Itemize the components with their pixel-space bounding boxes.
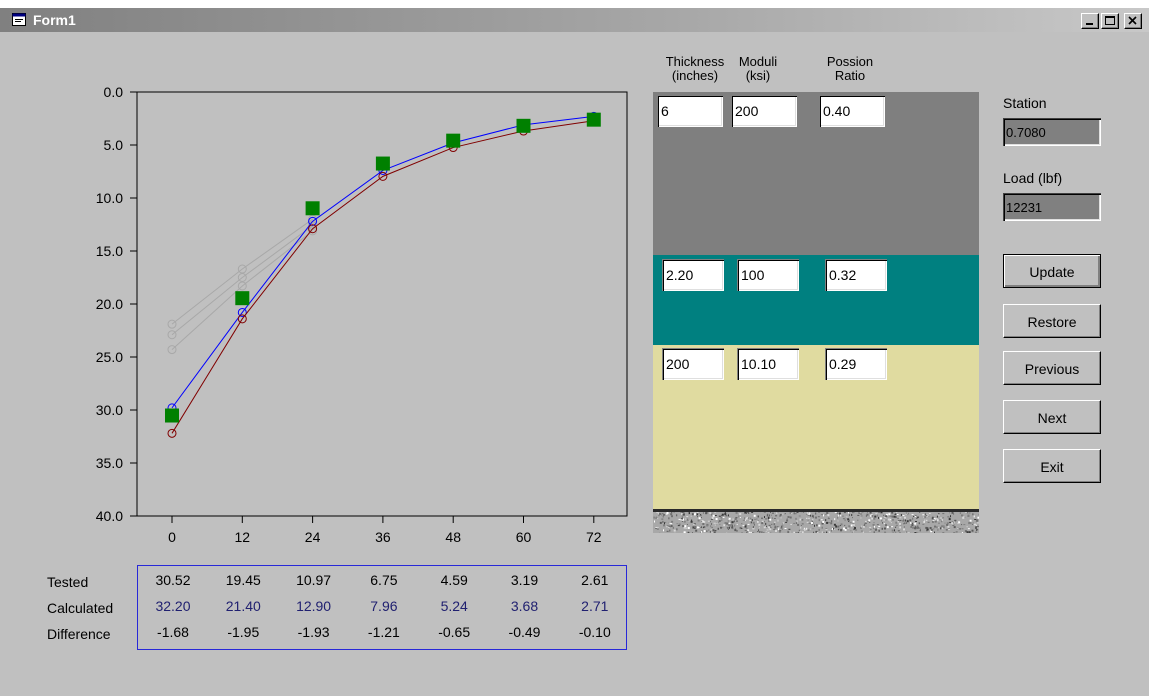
table-cell-tested: 30.52	[155, 572, 191, 588]
poisson-header-line1: Possion	[826, 54, 874, 69]
table-cell-difference: -0.49	[508, 624, 541, 640]
y-tick-label: 0.0	[104, 84, 124, 100]
maximize-button[interactable]	[1101, 13, 1119, 29]
y-tick-label: 30.0	[96, 402, 123, 418]
moduli-header-line2: (ksi)	[745, 68, 771, 83]
minimize-button[interactable]	[1081, 13, 1099, 29]
maximize-icon	[1105, 16, 1115, 25]
close-button[interactable]	[1124, 13, 1142, 29]
x-tick-label: 36	[375, 529, 391, 545]
table-cell-calculated: 21.40	[225, 598, 261, 614]
table-cell-tested: 4.59	[440, 572, 468, 588]
table-cell-calculated: 2.71	[581, 598, 609, 614]
point-tested	[446, 133, 461, 148]
table-cell-difference: -1.21	[367, 624, 400, 640]
exit-button[interactable]: Exit	[1003, 449, 1101, 483]
table-cell-tested: 19.45	[225, 572, 261, 588]
table-cell-difference: -1.95	[227, 624, 260, 640]
point-tested	[586, 112, 601, 127]
load-label: Load (lbf)	[1003, 170, 1063, 186]
x-tick-label: 24	[305, 529, 321, 545]
update-button[interactable]: Update	[1003, 254, 1101, 288]
table-cell-tested: 3.19	[510, 572, 539, 588]
point-tested	[165, 408, 179, 423]
station-label: Station	[1003, 95, 1047, 111]
subgrade-gravel	[653, 509, 979, 533]
thickness-header-line2: (inches)	[671, 68, 719, 83]
x-tick-label: 12	[235, 529, 251, 545]
poisson-header-line2: Ratio	[834, 68, 866, 83]
row-label-difference: Difference	[47, 626, 111, 642]
form-window: Form1 0.0 5.0 10.0 15.0 20.0 25.0 30.0 35.0 40.0…	[0, 8, 1149, 696]
table-cell-tested: 2.61	[581, 572, 609, 588]
minimize-icon	[1086, 23, 1093, 25]
layer3-poisson-input[interactable]	[825, 348, 887, 380]
deflection-chart: 0.0 5.0 10.0 15.0 20.0 25.0 30.0 35.0 40.0 0 12 24 3…	[96, 84, 628, 545]
y-tick-label: 20.0	[96, 296, 123, 312]
layer2-moduli-input[interactable]	[737, 259, 799, 291]
y-tick-label: 10.0	[96, 190, 123, 206]
row-label-tested: Tested	[47, 574, 89, 590]
moduli-header: Moduli (ksi)	[733, 55, 783, 83]
layer2-poisson-input[interactable]	[825, 259, 887, 291]
x-tick-label: 72	[586, 529, 602, 545]
y-tick-label: 15.0	[96, 243, 123, 259]
results-table: 30.52 19.45 10.97 6.75 4.59 3.19 2.61 32.20 21.4…	[137, 565, 627, 650]
layer1-moduli-input[interactable]	[731, 95, 797, 127]
layer1-poisson-input[interactable]	[819, 95, 885, 127]
point-tested	[516, 118, 531, 133]
table-cell-calculated: 7.96	[370, 598, 398, 614]
table-cell-tested: 10.97	[296, 572, 332, 588]
table-cell-calculated: 32.20	[155, 598, 191, 614]
table-cell-tested: 6.75	[370, 572, 398, 588]
x-tick-label: 48	[445, 529, 461, 545]
close-icon	[1128, 16, 1137, 25]
table-cell-difference: -0.10	[578, 624, 611, 640]
point-tested	[305, 201, 320, 216]
table-cell-difference: -1.68	[157, 624, 189, 640]
thickness-header: Thickness (inches)	[665, 55, 725, 83]
moduli-header-line1: Moduli	[738, 54, 778, 69]
previous-button[interactable]: Previous	[1003, 351, 1101, 385]
y-tick-label: 5.0	[104, 137, 124, 153]
point-tested	[375, 156, 390, 171]
thickness-header-line1: Thickness	[665, 54, 725, 69]
restore-button[interactable]: Restore	[1003, 304, 1101, 338]
point-tested	[235, 291, 250, 306]
load-field[interactable]	[1003, 193, 1101, 221]
layer2-thickness-input[interactable]	[662, 259, 724, 291]
layer1-thickness-input[interactable]	[657, 95, 723, 127]
table-cell-difference: -1.93	[297, 624, 330, 640]
y-tick-label: 25.0	[96, 349, 123, 365]
row-label-calculated: Calculated	[47, 600, 114, 616]
station-field[interactable]	[1003, 118, 1101, 146]
layer3-moduli-input[interactable]	[737, 348, 799, 380]
x-tick-label: 60	[516, 529, 532, 545]
next-button[interactable]: Next	[1003, 400, 1101, 434]
y-tick-label: 40.0	[96, 508, 123, 524]
table-cell-calculated: 12.90	[296, 598, 332, 614]
table-cell-calculated: 5.24	[440, 598, 468, 614]
table-cell-difference: -0.65	[438, 624, 471, 640]
poisson-header: Possion Ratio	[820, 55, 880, 83]
y-tick-label: 35.0	[96, 455, 123, 471]
layer3-thickness-input[interactable]	[662, 348, 724, 380]
x-tick-label: 0	[168, 529, 176, 545]
table-cell-calculated: 3.68	[510, 598, 539, 614]
